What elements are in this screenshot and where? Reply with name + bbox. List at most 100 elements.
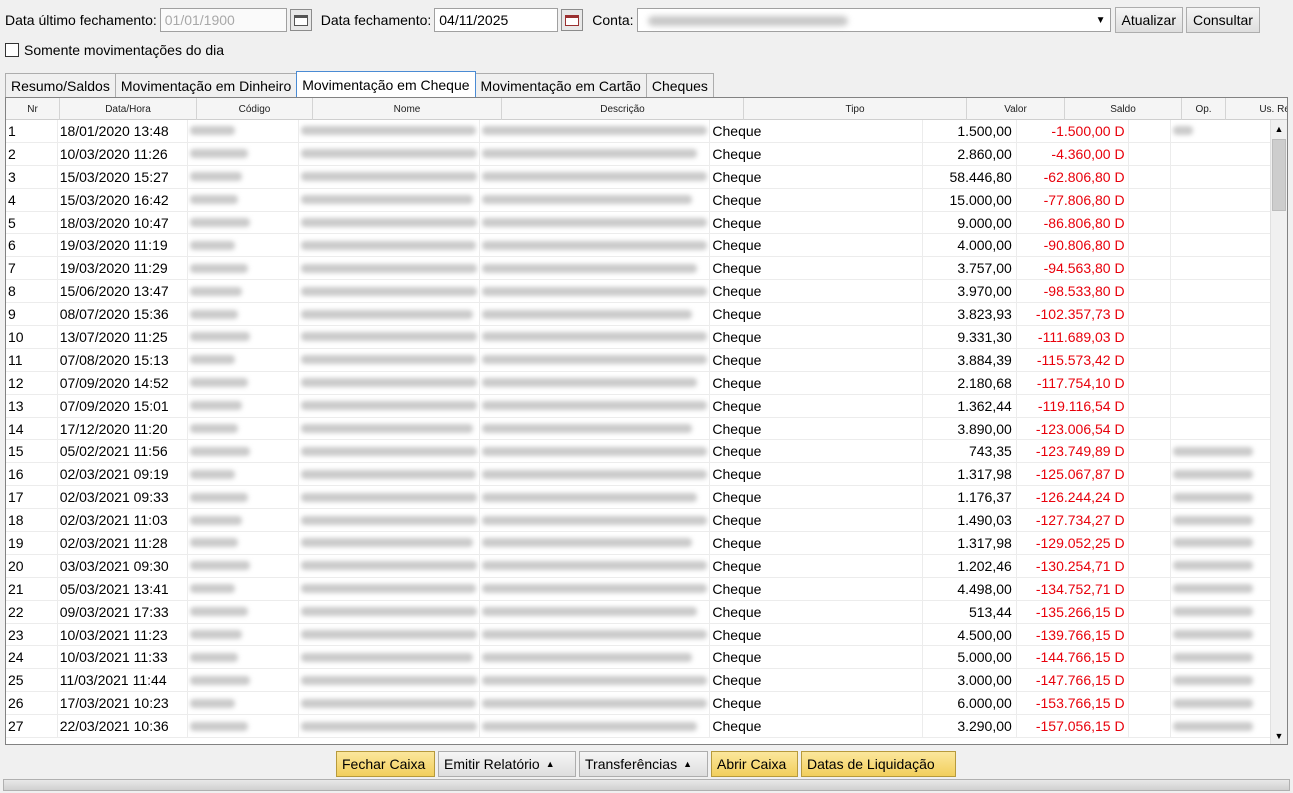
cell-valor: 58.446,80 — [923, 165, 1017, 188]
transferencias-button[interactable]: Transferências ▲ — [579, 751, 708, 777]
table-row[interactable]: 6 19/03/2020 11:19 Cheque 4.000,00 -90.806,8… — [6, 234, 1272, 258]
abrir-caixa-button[interactable]: Abrir Caixa — [711, 751, 798, 777]
table-row[interactable]: 4 15/03/2020 16:42 Cheque 15.000,00 -77.806,… — [6, 188, 1272, 212]
data-fechamento-label: Data fechamento: — [320, 12, 432, 28]
cell-nome — [299, 440, 480, 463]
table-row[interactable]: 9 08/07/2020 15:36 Cheque 3.823,93 -102.357,… — [6, 303, 1272, 327]
cell-us-rec — [1171, 326, 1272, 348]
fechar-caixa-button[interactable]: Fechar Caixa — [336, 751, 435, 777]
cell-us-rec — [1171, 348, 1272, 371]
column-header-us-rec[interactable]: Us. Rec. — [1226, 98, 1287, 120]
cell-data-hora: 02/03/2021 09:33 — [58, 486, 189, 509]
table-row[interactable]: 11 07/08/2020 15:13 Cheque 3.884,39 -115.573… — [6, 348, 1272, 372]
table-row[interactable]: 2 10/03/2020 11:26 Cheque 2.860,00 -4.360,00… — [6, 142, 1272, 166]
cell-op — [1129, 715, 1171, 738]
column-header-saldo[interactable]: Saldo — [1065, 98, 1182, 120]
cell-descricao — [480, 463, 711, 486]
cell-data-hora: 18/01/2020 13:48 — [58, 120, 189, 142]
cell-nome — [299, 142, 480, 165]
cell-nome — [299, 371, 480, 394]
table-row[interactable]: 21 05/03/2021 13:41 Cheque 4.498,00 -134.752… — [6, 577, 1272, 601]
table-row[interactable]: 14 17/12/2020 11:20 Cheque 3.890,00 -123.006… — [6, 417, 1272, 441]
table-row[interactable]: 27 22/03/2021 10:36 Cheque 3.290,00 -157.056… — [6, 715, 1272, 739]
datas-liquidacao-button[interactable]: Datas de Liquidação — [801, 751, 956, 777]
table-row[interactable]: 13 07/09/2020 15:01 Cheque 1.362,44 -119.116… — [6, 394, 1272, 418]
cell-tipo: Cheque — [710, 509, 924, 532]
table-row[interactable]: 3 15/03/2020 15:27 Cheque 58.446,80 -62.806,… — [6, 165, 1272, 189]
status-bar — [3, 779, 1290, 791]
somente-movimentacoes-checkbox[interactable] — [5, 43, 19, 57]
table-row[interactable]: 12 07/09/2020 14:52 Cheque 2.180,68 -117.754… — [6, 371, 1272, 395]
table-row[interactable]: 16 02/03/2021 09:19 Cheque 1.317,98 -125.067… — [6, 463, 1272, 487]
ultimo-fechamento-label: Data último fechamento: — [5, 12, 157, 28]
tab-movimenta-o-em-cheque[interactable]: Movimentação em Cheque — [296, 71, 476, 97]
somente-movimentacoes-row: Somente movimentações do dia — [5, 40, 224, 60]
table-row[interactable]: 17 02/03/2021 09:33 Cheque 1.176,37 -126.244… — [6, 486, 1272, 510]
table-row[interactable]: 15 05/02/2021 11:56 Cheque 743,35 -123.749,8… — [6, 440, 1272, 464]
scroll-up-icon[interactable]: ▲ — [1271, 120, 1287, 137]
tab-resumo-saldos[interactable]: Resumo/Saldos — [5, 73, 116, 97]
cell-descricao — [480, 326, 711, 348]
column-header-op[interactable]: Op. — [1182, 98, 1226, 120]
scroll-down-icon[interactable]: ▼ — [1271, 727, 1287, 744]
column-header-tipo[interactable]: Tipo — [744, 98, 967, 120]
cell-nr: 26 — [6, 692, 58, 715]
table-row[interactable]: 23 10/03/2021 11:23 Cheque 4.500,00 -139.766… — [6, 623, 1272, 647]
column-header-nome[interactable]: Nome — [313, 98, 502, 120]
cell-codigo — [188, 234, 300, 257]
tab-movimenta-o-em-cart-o[interactable]: Movimentação em Cartão — [474, 73, 647, 97]
cell-tipo: Cheque — [710, 348, 924, 371]
cell-op — [1129, 417, 1171, 440]
table-row[interactable]: 22 09/03/2021 17:33 Cheque 513,44 -135.266,1… — [6, 600, 1272, 624]
vertical-scrollbar[interactable]: ▲ ▼ — [1270, 120, 1287, 744]
table-row[interactable]: 26 17/03/2021 10:23 Cheque 6.000,00 -153.766… — [6, 692, 1272, 716]
scroll-thumb[interactable] — [1272, 139, 1286, 211]
table-row[interactable]: 24 10/03/2021 11:33 Cheque 5.000,00 -144.766… — [6, 646, 1272, 670]
cell-codigo — [188, 326, 300, 348]
column-header-valor[interactable]: Valor — [967, 98, 1065, 120]
cell-op — [1129, 371, 1171, 394]
cell-nr: 10 — [6, 326, 58, 348]
table-row[interactable]: 25 11/03/2021 11:44 Cheque 3.000,00 -147.766… — [6, 669, 1272, 693]
cell-saldo: -125.067,87 D — [1017, 463, 1129, 486]
tab-cheques[interactable]: Cheques — [645, 73, 714, 97]
table-row[interactable]: 20 03/03/2021 09:30 Cheque 1.202,46 -130.254… — [6, 554, 1272, 578]
chevron-down-icon[interactable]: ▼ — [1092, 9, 1110, 31]
cell-tipo: Cheque — [710, 211, 924, 234]
column-header-data-hora[interactable]: Data/Hora — [60, 98, 197, 120]
cell-nome — [299, 532, 480, 554]
cell-saldo: -86.806,80 D — [1017, 211, 1129, 234]
cell-valor: 513,44 — [923, 600, 1017, 623]
atualizar-button[interactable]: Atualizar — [1114, 7, 1183, 33]
conta-select[interactable]: ▼ — [636, 8, 1111, 32]
data-fechamento-field[interactable]: 04/11/2025 — [434, 8, 559, 32]
cell-us-rec — [1171, 257, 1272, 280]
column-header-descricao[interactable]: Descrição — [502, 98, 744, 120]
toolbar: Data último fechamento: 01/01/1900 Data … — [5, 7, 1288, 33]
table-row[interactable]: 18 02/03/2021 11:03 Cheque 1.490,03 -127.734… — [6, 509, 1272, 533]
cell-nr: 22 — [6, 600, 58, 623]
cell-op — [1129, 280, 1171, 303]
table-row[interactable]: 8 15/06/2020 13:47 Cheque 3.970,00 -98.533,8… — [6, 280, 1272, 304]
tab-movimenta-o-em-dinheiro[interactable]: Movimentação em Dinheiro — [114, 73, 298, 97]
table-row[interactable]: 19 02/03/2021 11:28 Cheque 1.317,98 -129.052… — [6, 532, 1272, 555]
column-header-nr[interactable]: Nr — [6, 98, 60, 120]
cell-nr: 14 — [6, 417, 58, 440]
emitir-relatorio-button[interactable]: Emitir Relatório ▲ — [438, 751, 576, 777]
cell-tipo: Cheque — [710, 142, 924, 165]
cell-tipo: Cheque — [710, 646, 924, 669]
table-row[interactable]: 5 18/03/2020 10:47 Cheque 9.000,00 -86.806,8… — [6, 211, 1272, 235]
column-header-codigo[interactable]: Código — [197, 98, 313, 120]
table-row[interactable]: 7 19/03/2020 11:29 Cheque 3.757,00 -94.563,8… — [6, 257, 1272, 281]
table-row[interactable]: 10 13/07/2020 11:25 Cheque 9.331,30 -111.689… — [6, 326, 1272, 349]
consultar-button[interactable]: Consultar — [1185, 7, 1260, 33]
cell-saldo: -62.806,80 D — [1017, 165, 1129, 188]
cell-descricao — [480, 257, 711, 280]
cell-nr: 16 — [6, 463, 58, 486]
table-row[interactable]: 1 18/01/2020 13:48 Cheque 1.500,00 -1.500,00… — [6, 120, 1272, 143]
cell-op — [1129, 554, 1171, 577]
cell-valor: 15.000,00 — [923, 188, 1017, 211]
data-fechamento-calendar-button[interactable] — [561, 9, 584, 31]
cell-codigo — [188, 303, 300, 326]
cell-codigo — [188, 509, 300, 532]
